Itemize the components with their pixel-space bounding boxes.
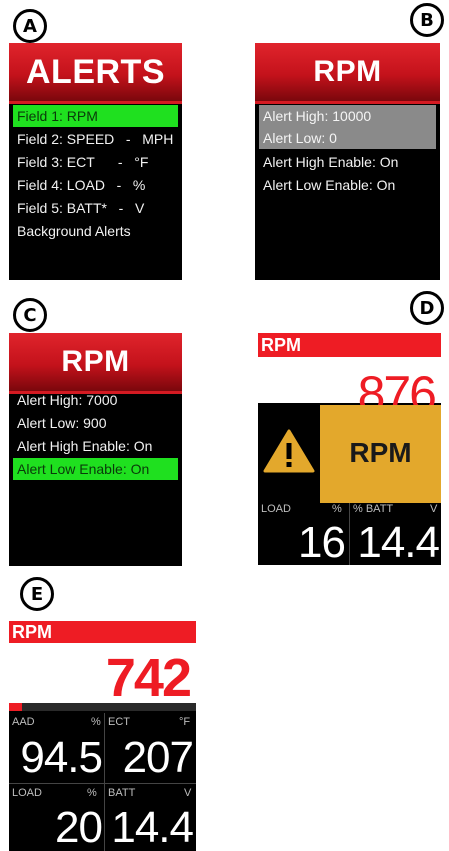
menu-item-field-4[interactable]: Field 4: LOAD - % — [13, 174, 178, 196]
screen-rpm-alert-settings-edited: RPM Alert High: 7000 Alert Low: 900 Aler… — [9, 333, 182, 566]
batt-label: % BATT — [353, 503, 394, 515]
batt-value: 14.4 — [357, 518, 440, 565]
badge-d: D — [410, 291, 444, 325]
rpm-progress-fill — [9, 703, 23, 711]
screen-title: RPM — [9, 333, 182, 391]
rpm-progress-track — [9, 703, 196, 711]
setting-alert-low[interactable]: Alert Low: 900 — [13, 412, 178, 434]
batt-unit: V — [430, 503, 438, 515]
load-label: LOAD — [12, 787, 42, 799]
badge-b: B — [410, 3, 444, 37]
rpm-value: 742 — [105, 648, 192, 708]
menu-item-field-5[interactable]: Field 5: BATT* - V — [13, 197, 178, 219]
rpm-value-area: 742 — [9, 643, 196, 707]
screen-title: ALERTS — [9, 43, 182, 101]
alert-popup-label: RPM — [349, 437, 412, 468]
gauge-divider-horizontal — [9, 783, 196, 784]
ect-label: ECT — [108, 716, 130, 728]
screen-rpm-alert-active: RPM 876 RPM LOAD % % BATT V 16 14.4 — [258, 333, 441, 565]
aad-label: AAD — [12, 716, 35, 728]
title-underline — [9, 101, 182, 104]
ect-unit: °F — [179, 716, 191, 728]
rpm-value-area: 876 — [258, 357, 441, 422]
setting-alert-low[interactable]: Alert Low: 0 — [259, 127, 436, 149]
badge-e: E — [20, 577, 54, 611]
aad-value: 94.5 — [20, 733, 103, 782]
menu-item-field-3[interactable]: Field 3: ECT - °F — [13, 151, 178, 173]
alert-popup: RPM — [320, 405, 441, 503]
aad-unit: % — [91, 716, 101, 728]
setting-alert-high-enable[interactable]: Alert High Enable: On — [259, 151, 436, 173]
rpm-header: RPM — [258, 333, 441, 357]
gauge-divider-vertical — [104, 713, 105, 851]
batt-unit: V — [184, 787, 192, 799]
gauge-divider — [349, 503, 350, 565]
setting-alert-high-enable[interactable]: Alert High Enable: On — [13, 435, 178, 457]
screen-gauge-dashboard: RPM 742 AAD % ECT °F 94.5 207 LOAD % BAT… — [9, 621, 196, 851]
batt-label: BATT — [108, 787, 136, 799]
load-label: LOAD — [261, 503, 291, 515]
ect-value: 207 — [122, 733, 194, 782]
load-unit: % — [87, 787, 97, 799]
setting-alert-low-enable[interactable]: Alert Low Enable: On — [13, 458, 178, 480]
setting-alert-high[interactable]: Alert High: 10000 — [259, 105, 436, 127]
badge-a: A — [13, 9, 47, 43]
menu-item-field-1[interactable]: Field 1: RPM — [13, 105, 178, 127]
load-value: 20 — [55, 803, 103, 851]
screen-rpm-alert-settings: RPM Alert High: 10000 Alert Low: 0 Alert… — [255, 43, 440, 280]
screen-alerts-menu: ALERTS Field 1: RPM Field 2: SPEED - MPH… — [9, 43, 182, 280]
warning-icon — [263, 429, 315, 473]
rpm-header: RPM — [9, 621, 196, 643]
menu-item-field-2[interactable]: Field 2: SPEED - MPH — [13, 128, 178, 150]
badge-c: C — [13, 298, 47, 332]
batt-value: 14.4 — [111, 803, 194, 851]
load-unit: % — [332, 503, 342, 515]
menu-item-background-alerts[interactable]: Background Alerts — [13, 220, 178, 242]
setting-alert-low-enable[interactable]: Alert Low Enable: On — [259, 174, 436, 196]
load-value: 16 — [298, 518, 346, 565]
setting-alert-high[interactable]: Alert High: 7000 — [13, 389, 178, 411]
screen-title: RPM — [255, 43, 440, 101]
title-underline — [255, 101, 440, 104]
